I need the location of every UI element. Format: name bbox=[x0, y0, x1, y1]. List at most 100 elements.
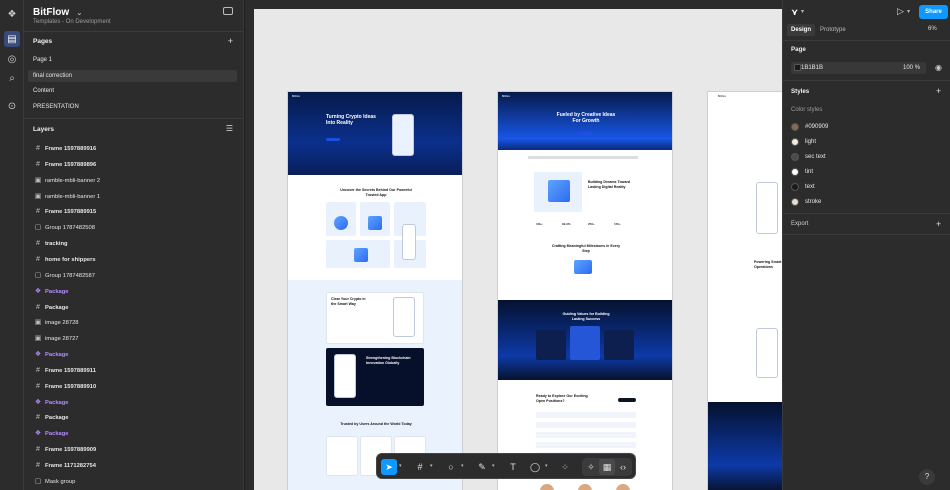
layer-name: Package bbox=[45, 304, 69, 311]
color-style-item[interactable]: light bbox=[791, 137, 941, 149]
assets-icon[interactable]: ◎ bbox=[4, 51, 20, 67]
pen-tool-icon[interactable]: ✎ bbox=[474, 459, 490, 475]
color-style-item[interactable]: text bbox=[791, 182, 941, 194]
layer-item[interactable]: # Frame 1597889911 bbox=[24, 364, 244, 378]
collapse-layers-icon[interactable]: ☰ bbox=[226, 124, 233, 133]
ruler-left bbox=[245, 9, 254, 490]
page-item[interactable]: Content bbox=[28, 85, 237, 97]
shape-tool-icon[interactable]: ○ bbox=[443, 459, 459, 475]
layer-item[interactable]: # Frame 1597889896 bbox=[24, 158, 244, 172]
layer-item[interactable]: # Package bbox=[24, 411, 244, 425]
frame-icon: # bbox=[36, 160, 40, 168]
frame2-section2-title: Crafting Meaningful Milestones in Every … bbox=[551, 244, 621, 253]
chevron-down-icon[interactable]: ▾ bbox=[399, 463, 402, 469]
layer-name: Package bbox=[45, 399, 69, 406]
dev-mode-icon[interactable]: ‹› bbox=[615, 459, 631, 475]
color-swatch bbox=[791, 123, 799, 131]
tool-rail: ❖ ▤ ◎ ⌕ ⊙ bbox=[0, 0, 24, 490]
frame3-dark-band bbox=[708, 402, 782, 490]
color-style-item[interactable]: tint bbox=[791, 167, 941, 179]
layer-item[interactable]: ❖ Package bbox=[24, 348, 244, 362]
page-item[interactable]: Page 1 bbox=[28, 54, 237, 66]
layers-title: Layers bbox=[33, 126, 54, 133]
page-color-hex[interactable]: 1B1B1B bbox=[801, 63, 823, 73]
move-tool-icon[interactable]: ➤ bbox=[381, 459, 397, 475]
layer-item[interactable]: ▣ ramble-mbli-banner 2 bbox=[24, 174, 244, 188]
layer-item[interactable]: ▢ Mask group bbox=[24, 475, 244, 489]
comment-tool-icon[interactable]: ◯ bbox=[527, 459, 543, 475]
search-icon[interactable]: ⌕ bbox=[4, 70, 20, 86]
frame-1[interactable]: BitFlow Turning Crypto Ideas Into Realit… bbox=[287, 91, 463, 490]
layer-item[interactable]: ▣ image 28728 bbox=[24, 316, 244, 330]
zoom-level[interactable]: 6% bbox=[928, 26, 937, 32]
layer-name: Frame 1171282754 bbox=[45, 463, 96, 469]
frame3-brand: BitFlow bbox=[718, 95, 726, 98]
draw-mode-icon[interactable]: ✧ bbox=[583, 459, 599, 475]
chevron-down-icon[interactable]: ▾ bbox=[907, 8, 910, 15]
design-mode-icon[interactable]: ▦ bbox=[599, 459, 615, 475]
help-icon[interactable]: ? bbox=[919, 469, 935, 485]
frame-2[interactable]: BitFlow Fueled by Creative Ideas For Gro… bbox=[497, 91, 673, 490]
chevron-down-icon[interactable]: ⌄ bbox=[76, 8, 83, 17]
layer-item[interactable]: # Package bbox=[24, 301, 244, 315]
figma-logo-icon[interactable]: ❖ bbox=[4, 6, 20, 22]
layer-name: Package bbox=[45, 431, 69, 438]
layer-item[interactable]: # Frame 1597889915 bbox=[24, 205, 244, 219]
component-icon: ❖ bbox=[34, 430, 42, 438]
frame-icon: # bbox=[36, 255, 40, 263]
present-play-icon[interactable]: ▷ bbox=[897, 6, 904, 17]
panel-toggle-icon[interactable] bbox=[223, 7, 233, 15]
plugins-icon[interactable]: ⊙ bbox=[4, 98, 20, 114]
pages-title: Pages bbox=[33, 38, 53, 45]
file-name[interactable]: BitFlow bbox=[33, 7, 69, 18]
actions-tool-icon[interactable]: ⁘ bbox=[557, 459, 573, 475]
divider bbox=[24, 31, 244, 32]
add-export-icon[interactable]: + bbox=[936, 219, 941, 229]
chevron-down-icon[interactable]: ▾ bbox=[545, 463, 548, 469]
image-icon: ▣ bbox=[34, 335, 42, 343]
canvas[interactable]: BitFlow Turning Crypto Ideas Into Realit… bbox=[245, 0, 782, 490]
tab-prototype[interactable]: Prototype bbox=[816, 24, 850, 36]
layer-item[interactable]: ▣ image 28727 bbox=[24, 332, 244, 346]
layer-item[interactable]: # home for shippers bbox=[24, 253, 244, 267]
layer-item[interactable]: ▢ Group 1787482508 bbox=[24, 221, 244, 235]
page-item[interactable]: PRESENTATION bbox=[28, 101, 237, 113]
layer-item[interactable]: ▣ ramble-mbli-banner 1 bbox=[24, 190, 244, 204]
component-icon: ❖ bbox=[34, 398, 42, 406]
group-icon: ▢ bbox=[34, 477, 42, 485]
layer-item[interactable]: # Frame 1597889916 bbox=[24, 142, 244, 156]
add-style-icon[interactable]: + bbox=[936, 86, 941, 96]
color-style-item[interactable]: sec text bbox=[791, 152, 941, 164]
chevron-down-icon[interactable]: ▾ bbox=[461, 463, 464, 469]
layer-item[interactable]: ❖ Package bbox=[24, 285, 244, 299]
layer-item[interactable]: # Frame 1597889909 bbox=[24, 443, 244, 457]
tab-design[interactable]: Design bbox=[787, 24, 816, 36]
visibility-eye-icon[interactable]: ◉ bbox=[935, 63, 942, 72]
layer-item[interactable]: ❖ Package bbox=[24, 396, 244, 410]
layer-item[interactable]: ❖ Package bbox=[24, 427, 244, 441]
frame-tool-icon[interactable]: # bbox=[412, 459, 428, 475]
layer-item[interactable]: # Frame 1597889910 bbox=[24, 380, 244, 394]
chevron-down-icon[interactable]: ▾ bbox=[801, 8, 804, 15]
chevron-down-icon[interactable]: ▾ bbox=[492, 463, 495, 469]
color-style-item[interactable]: stroke bbox=[791, 197, 941, 209]
frame-3[interactable]: BitFlow Powering Smart Digital Operation… bbox=[707, 91, 782, 490]
dark-card: Strengthening Blockchain Innovation Glob… bbox=[326, 348, 424, 406]
page-color-swatch[interactable] bbox=[794, 64, 801, 71]
share-button[interactable]: Share bbox=[919, 5, 948, 19]
color-style-name: light bbox=[805, 139, 817, 145]
color-style-item[interactable]: #090909 bbox=[791, 122, 941, 134]
layer-item[interactable]: # tracking bbox=[24, 237, 244, 251]
page-item-selected[interactable]: final correction bbox=[28, 70, 237, 82]
layer-item[interactable]: ▢ Group 1787482587 bbox=[24, 269, 244, 283]
chevron-down-icon[interactable]: ▾ bbox=[430, 463, 433, 469]
file-icon[interactable]: ▤ bbox=[4, 31, 20, 47]
layer-item[interactable]: # Frame 1171282754 bbox=[24, 459, 244, 473]
page-opacity[interactable]: 100 % bbox=[903, 63, 920, 73]
text-tool-icon[interactable]: T bbox=[505, 459, 521, 475]
logo-strip bbox=[528, 156, 638, 159]
layer-name: Mask group bbox=[45, 478, 76, 485]
color-styles-label: Color styles bbox=[791, 107, 823, 113]
main-menu-icon[interactable]: ⋎ bbox=[791, 7, 798, 18]
add-page-icon[interactable]: + bbox=[228, 36, 233, 46]
